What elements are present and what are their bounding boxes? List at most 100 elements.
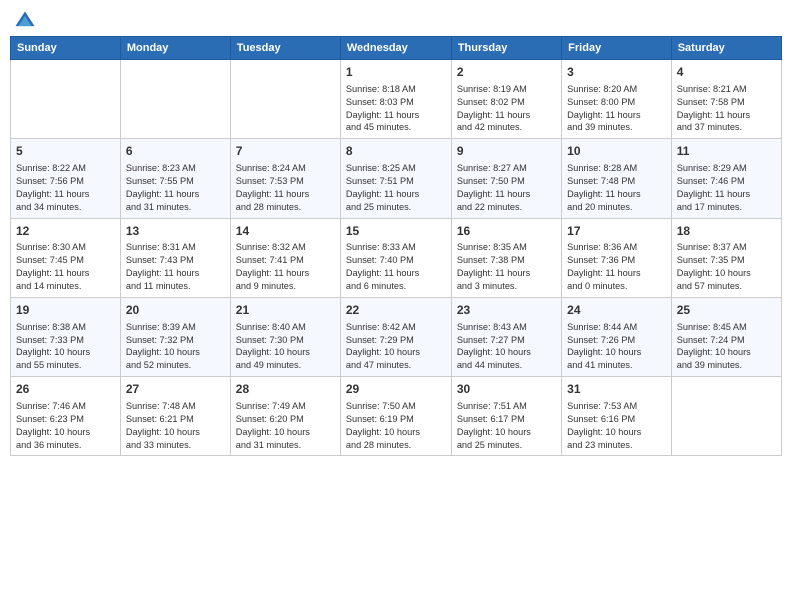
calendar-cell: 12Sunrise: 8:30 AM Sunset: 7:45 PM Dayli… <box>11 218 121 297</box>
day-info: Sunrise: 8:31 AM Sunset: 7:43 PM Dayligh… <box>126 241 225 293</box>
page-header <box>10 10 782 32</box>
column-header-wednesday: Wednesday <box>340 37 451 60</box>
calendar-cell: 27 Sunrise: 7:48 AM Sunset: 6:21 PM Dayli… <box>120 377 230 456</box>
day-number: 17 <box>567 223 666 240</box>
day-info: Sunrise: 8:22 AM Sunset: 7:56 PM Dayligh… <box>16 162 115 214</box>
day-info: Sunrise: 8:44 AM Sunset: 7:26 PM Dayligh… <box>567 321 666 373</box>
day-number: 16 <box>457 223 556 240</box>
day-number: 26 <box>16 381 115 398</box>
day-info: Sunrise: 7:51 AM Sunset: 6:17 PM Dayligh… <box>457 400 556 452</box>
day-number: 19 <box>16 302 115 319</box>
calendar-cell: 26Sunrise: 7:46 AM Sunset: 6:23 PM Dayli… <box>11 377 121 456</box>
calendar-cell: 5 Sunrise: 8:22 AM Sunset: 7:56 PM Daylig… <box>11 139 121 218</box>
logo-icon <box>14 10 36 32</box>
calendar-cell: 17Sunrise: 8:36 AM Sunset: 7:36 PM Dayli… <box>562 218 672 297</box>
calendar-cell: 7 Sunrise: 8:24 AM Sunset: 7:53 PM Daylig… <box>230 139 340 218</box>
day-number: 5 <box>16 143 115 160</box>
day-number: 9 <box>457 143 556 160</box>
day-info: Sunrise: 8:23 AM Sunset: 7:55 PM Dayligh… <box>126 162 225 214</box>
calendar-cell: 22Sunrise: 8:42 AM Sunset: 7:29 PM Dayli… <box>340 297 451 376</box>
day-info: Sunrise: 7:50 AM Sunset: 6:19 PM Dayligh… <box>346 400 446 452</box>
day-info: Sunrise: 8:21 AM Sunset: 7:58 PM Dayligh… <box>677 83 776 135</box>
calendar-cell: 16Sunrise: 8:35 AM Sunset: 7:38 PM Dayli… <box>451 218 561 297</box>
day-number: 15 <box>346 223 446 240</box>
day-info: Sunrise: 8:28 AM Sunset: 7:48 PM Dayligh… <box>567 162 666 214</box>
column-header-tuesday: Tuesday <box>230 37 340 60</box>
calendar-cell: 8Sunrise: 8:25 AM Sunset: 7:51 PM Daylig… <box>340 139 451 218</box>
calendar-cell: 6 Sunrise: 8:23 AM Sunset: 7:55 PM Daylig… <box>120 139 230 218</box>
calendar-cell: 1 Sunrise: 8:18 AM Sunset: 8:03 PM Daylig… <box>340 60 451 139</box>
day-info: Sunrise: 8:18 AM Sunset: 8:03 PM Dayligh… <box>346 83 446 135</box>
logo <box>14 10 38 32</box>
day-number: 18 <box>677 223 776 240</box>
calendar-header-row: SundayMondayTuesdayWednesdayThursdayFrid… <box>11 37 782 60</box>
day-number: 8 <box>346 143 446 160</box>
column-header-monday: Monday <box>120 37 230 60</box>
day-number: 10 <box>567 143 666 160</box>
calendar-cell: 30 Sunrise: 7:51 AM Sunset: 6:17 PM Dayli… <box>451 377 561 456</box>
day-number: 7 <box>236 143 335 160</box>
calendar-cell: 31 Sunrise: 7:53 AM Sunset: 6:16 PM Dayli… <box>562 377 672 456</box>
day-info: Sunrise: 8:39 AM Sunset: 7:32 PM Dayligh… <box>126 321 225 373</box>
calendar-cell: 25 Sunrise: 8:45 AM Sunset: 7:24 PM Dayli… <box>671 297 781 376</box>
calendar-table: SundayMondayTuesdayWednesdayThursdayFrid… <box>10 36 782 456</box>
calendar-week-2: 5 Sunrise: 8:22 AM Sunset: 7:56 PM Daylig… <box>11 139 782 218</box>
calendar-cell: 29 Sunrise: 7:50 AM Sunset: 6:19 PM Dayli… <box>340 377 451 456</box>
calendar-week-4: 19 Sunrise: 8:38 AM Sunset: 7:33 PM Dayli… <box>11 297 782 376</box>
day-number: 20 <box>126 302 225 319</box>
calendar-cell: 18Sunrise: 8:37 AM Sunset: 7:35 PM Dayli… <box>671 218 781 297</box>
day-info: Sunrise: 7:53 AM Sunset: 6:16 PM Dayligh… <box>567 400 666 452</box>
day-number: 2 <box>457 64 556 81</box>
day-info: Sunrise: 8:24 AM Sunset: 7:53 PM Dayligh… <box>236 162 335 214</box>
day-number: 12 <box>16 223 115 240</box>
day-number: 21 <box>236 302 335 319</box>
day-info: Sunrise: 7:49 AM Sunset: 6:20 PM Dayligh… <box>236 400 335 452</box>
calendar-cell <box>11 60 121 139</box>
day-number: 29 <box>346 381 446 398</box>
calendar-cell: 19 Sunrise: 8:38 AM Sunset: 7:33 PM Dayli… <box>11 297 121 376</box>
day-info: Sunrise: 8:40 AM Sunset: 7:30 PM Dayligh… <box>236 321 335 373</box>
day-info: Sunrise: 8:19 AM Sunset: 8:02 PM Dayligh… <box>457 83 556 135</box>
day-number: 4 <box>677 64 776 81</box>
calendar-cell: 23 Sunrise: 8:43 AM Sunset: 7:27 PM Dayli… <box>451 297 561 376</box>
day-number: 13 <box>126 223 225 240</box>
day-info: Sunrise: 8:30 AM Sunset: 7:45 PM Dayligh… <box>16 241 115 293</box>
calendar-cell <box>120 60 230 139</box>
day-number: 23 <box>457 302 556 319</box>
calendar-cell <box>671 377 781 456</box>
calendar-cell: 10 Sunrise: 8:28 AM Sunset: 7:48 PM Dayli… <box>562 139 672 218</box>
calendar-cell: 9 Sunrise: 8:27 AM Sunset: 7:50 PM Daylig… <box>451 139 561 218</box>
day-number: 31 <box>567 381 666 398</box>
calendar-cell: 14Sunrise: 8:32 AM Sunset: 7:41 PM Dayli… <box>230 218 340 297</box>
column-header-sunday: Sunday <box>11 37 121 60</box>
calendar-week-3: 12Sunrise: 8:30 AM Sunset: 7:45 PM Dayli… <box>11 218 782 297</box>
calendar-cell: 21 Sunrise: 8:40 AM Sunset: 7:30 PM Dayli… <box>230 297 340 376</box>
day-info: Sunrise: 8:45 AM Sunset: 7:24 PM Dayligh… <box>677 321 776 373</box>
calendar-cell: 24 Sunrise: 8:44 AM Sunset: 7:26 PM Dayli… <box>562 297 672 376</box>
column-header-friday: Friday <box>562 37 672 60</box>
day-info: Sunrise: 7:48 AM Sunset: 6:21 PM Dayligh… <box>126 400 225 452</box>
calendar-week-5: 26Sunrise: 7:46 AM Sunset: 6:23 PM Dayli… <box>11 377 782 456</box>
day-info: Sunrise: 8:37 AM Sunset: 7:35 PM Dayligh… <box>677 241 776 293</box>
day-info: Sunrise: 8:20 AM Sunset: 8:00 PM Dayligh… <box>567 83 666 135</box>
calendar-cell: 28Sunrise: 7:49 AM Sunset: 6:20 PM Dayli… <box>230 377 340 456</box>
day-number: 14 <box>236 223 335 240</box>
day-info: Sunrise: 8:43 AM Sunset: 7:27 PM Dayligh… <box>457 321 556 373</box>
calendar-cell: 15Sunrise: 8:33 AM Sunset: 7:40 PM Dayli… <box>340 218 451 297</box>
day-number: 25 <box>677 302 776 319</box>
day-number: 1 <box>346 64 446 81</box>
calendar-cell <box>230 60 340 139</box>
column-header-saturday: Saturday <box>671 37 781 60</box>
day-info: Sunrise: 8:38 AM Sunset: 7:33 PM Dayligh… <box>16 321 115 373</box>
day-info: Sunrise: 8:29 AM Sunset: 7:46 PM Dayligh… <box>677 162 776 214</box>
day-info: Sunrise: 8:27 AM Sunset: 7:50 PM Dayligh… <box>457 162 556 214</box>
day-info: Sunrise: 8:36 AM Sunset: 7:36 PM Dayligh… <box>567 241 666 293</box>
calendar-cell: 13Sunrise: 8:31 AM Sunset: 7:43 PM Dayli… <box>120 218 230 297</box>
day-info: Sunrise: 8:33 AM Sunset: 7:40 PM Dayligh… <box>346 241 446 293</box>
day-number: 6 <box>126 143 225 160</box>
day-number: 27 <box>126 381 225 398</box>
day-number: 30 <box>457 381 556 398</box>
calendar-cell: 11Sunrise: 8:29 AM Sunset: 7:46 PM Dayli… <box>671 139 781 218</box>
day-number: 3 <box>567 64 666 81</box>
day-number: 24 <box>567 302 666 319</box>
